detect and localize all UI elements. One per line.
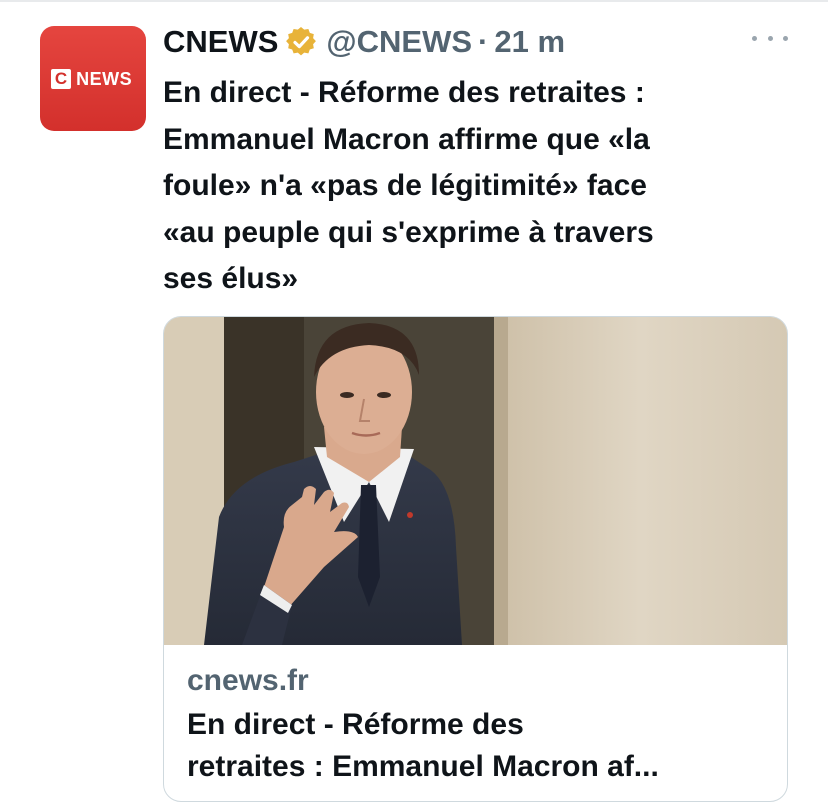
tweet-text-line: Emmanuel Macron affirme que «la (163, 122, 650, 156)
card-title: En direct - Réforme des retraites : Emma… (187, 704, 772, 788)
author-name[interactable]: CNEWS (163, 24, 278, 60)
more-dot (752, 35, 757, 41)
cnews-logo: C NEWS (50, 68, 135, 90)
avatar[interactable]: C NEWS (40, 26, 146, 131)
tweet-text-line: ses élus» (163, 262, 299, 296)
top-divider (0, 0, 828, 2)
tweet-text-line: En direct - Réforme des retraites : (163, 76, 645, 109)
card-title-line: retraites : Emmanuel Macron af... (187, 750, 659, 783)
timestamp[interactable]: 21 m (494, 24, 565, 60)
tweet-text-line: foule» n'a «pas de légitimité» face (163, 169, 647, 203)
more-options-icon[interactable] (752, 26, 788, 50)
more-dot (767, 35, 773, 41)
card-image[interactable] (164, 317, 787, 645)
separator-dot: · (478, 24, 489, 59)
tweet-text-line: «au peuple qui s'exprime à travers (163, 215, 654, 249)
link-card[interactable]: cnews.fr En direct - Réforme des retrait… (163, 316, 788, 802)
more-dot (783, 35, 788, 41)
tweet-header: CNEWS @CNEWS · 21 m (163, 22, 565, 62)
verified-badge-icon[interactable] (286, 27, 317, 57)
logo-news-text: NEWS (76, 68, 133, 89)
card-domain: cnews.fr (187, 664, 309, 697)
author-handle[interactable]: @CNEWS (326, 24, 472, 60)
logo-c-letter: C (50, 68, 72, 89)
card-title-line: En direct - Réforme des (187, 708, 524, 741)
tweet-text: En direct - Réforme des retraites : Emma… (163, 70, 783, 303)
